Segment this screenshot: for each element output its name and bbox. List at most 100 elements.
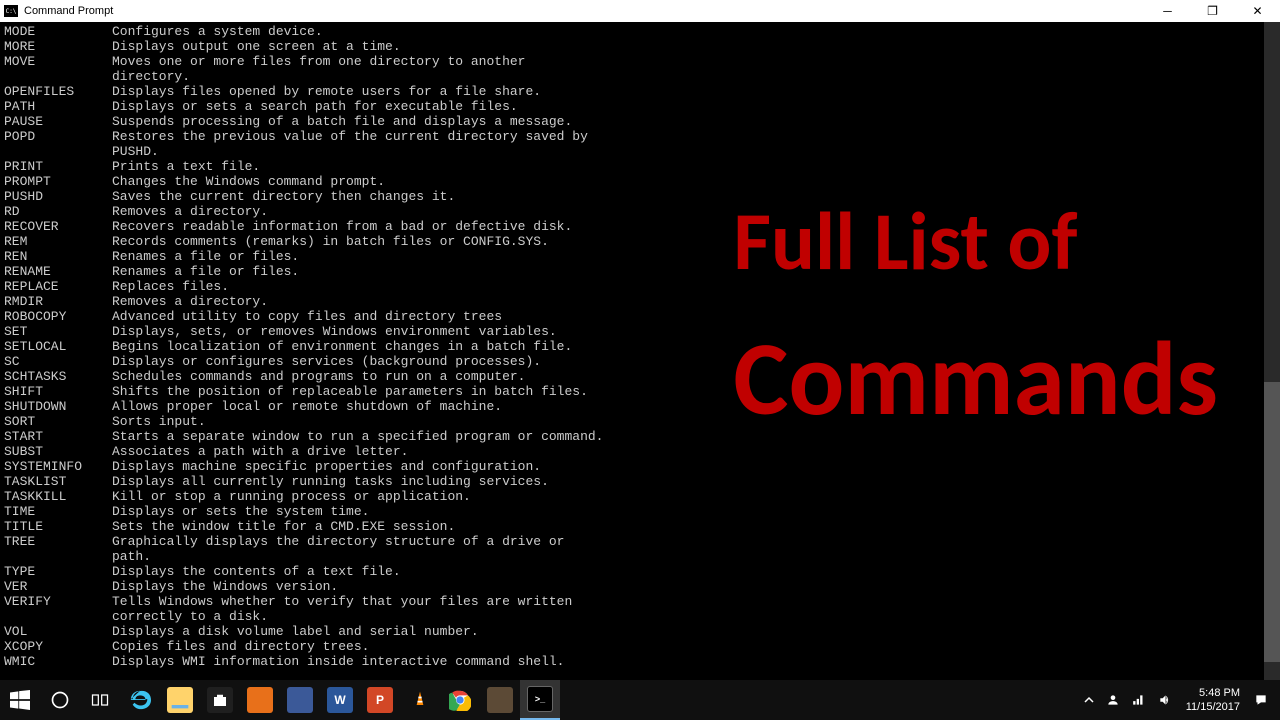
command-name: WMIC [4,654,112,669]
command-description: Saves the current directory then changes… [112,189,455,204]
command-description: Displays files opened by remote users fo… [112,84,541,99]
cortana-search-button[interactable] [40,680,80,720]
powerpoint-button[interactable]: P [360,680,400,720]
command-row: RMDIRRemoves a directory. [4,294,1276,309]
window-title: Command Prompt [24,5,113,17]
tray-network-icon[interactable] [1126,693,1152,707]
command-description: Sets the window title for a CMD.EXE sess… [112,519,455,534]
command-description: Begins localization of environment chang… [112,339,572,354]
command-row: SHUTDOWNAllows proper local or remote sh… [4,399,1276,414]
command-row: STARTStarts a separate window to run a s… [4,429,1276,444]
command-row: PAUSESuspends processing of a batch file… [4,114,1276,129]
app-editor-button[interactable] [280,680,320,720]
command-description: Schedules commands and programs to run o… [112,369,525,384]
vertical-scrollbar[interactable] [1264,22,1280,680]
store-icon [207,687,233,713]
command-name: TIME [4,504,112,519]
command-row: SUBSTAssociates a path with a drive lett… [4,444,1276,459]
taskbar: W P >_ 5:48 PM 11/15/2017 [0,680,1280,720]
command-description: Copies files and directory trees. [112,639,369,654]
command-row: VERIFYTells Windows whether to verify th… [4,594,1276,609]
start-button[interactable] [0,680,40,720]
command-description: Displays a disk volume label and serial … [112,624,479,639]
file-explorer-button[interactable] [160,680,200,720]
tray-clock[interactable]: 5:48 PM 11/15/2017 [1178,686,1248,714]
command-description: Changes the Windows command prompt. [112,174,385,189]
command-row: SCHTASKSSchedules commands and programs … [4,369,1276,384]
command-name: SORT [4,414,112,429]
command-name: XCOPY [4,639,112,654]
command-row: TASKLISTDisplays all currently running t… [4,474,1276,489]
edge-button[interactable] [120,680,160,720]
command-name: TREE [4,534,112,549]
command-name [4,69,112,84]
command-name: PATH [4,99,112,114]
command-name: SUBST [4,444,112,459]
command-name: RECOVER [4,219,112,234]
word-button[interactable]: W [320,680,360,720]
command-name: VERIFY [4,594,112,609]
tray-notifications-icon[interactable] [1248,693,1274,707]
task-view-icon [90,690,110,710]
command-row: XCOPYCopies files and directory trees. [4,639,1276,654]
gimp-button[interactable] [480,680,520,720]
command-row: RENAMERenames a file or files. [4,264,1276,279]
command-description: Associates a path with a drive letter. [112,444,408,459]
command-description: Shifts the position of replaceable param… [112,384,588,399]
command-name: SCHTASKS [4,369,112,384]
command-row: VERDisplays the Windows version. [4,579,1276,594]
command-name: PUSHD [4,189,112,204]
command-name: TASKKILL [4,489,112,504]
tray-chevron-icon[interactable] [1078,695,1100,705]
command-name: TITLE [4,519,112,534]
command-row: REMRecords comments (remarks) in batch f… [4,234,1276,249]
command-row: PATHDisplays or sets a search path for e… [4,99,1276,114]
app-orange-button[interactable] [240,680,280,720]
command-row: TYPEDisplays the contents of a text file… [4,564,1276,579]
minimize-button[interactable]: ─ [1145,0,1190,22]
command-name: PROMPT [4,174,112,189]
close-button[interactable]: ✕ [1235,0,1280,22]
command-description: Displays or configures services (backgro… [112,354,541,369]
command-name: SC [4,354,112,369]
command-row: SETDisplays, sets, or removes Windows en… [4,324,1276,339]
search-circle-icon [50,690,70,710]
command-name: POPD [4,129,112,144]
command-name [4,144,112,159]
vlc-icon [407,687,433,713]
cmd-taskbar-icon: >_ [527,686,553,712]
command-description: Tells Windows whether to verify that you… [112,594,572,609]
cmd-button[interactable]: >_ [520,680,560,720]
store-button[interactable] [200,680,240,720]
command-description: Displays, sets, or removes Windows envir… [112,324,557,339]
command-description: Graphically displays the directory struc… [112,534,564,549]
maximize-button[interactable]: ❐ [1190,0,1235,22]
windows-icon [10,690,30,710]
command-row: TREEGraphically displays the directory s… [4,534,1276,549]
command-name: PRINT [4,159,112,174]
command-row: SYSTEMINFODisplays machine specific prop… [4,459,1276,474]
chrome-button[interactable] [440,680,480,720]
command-row: RDRemoves a directory. [4,204,1276,219]
task-view-button[interactable] [80,680,120,720]
scrollbar-thumb[interactable] [1264,382,1280,662]
tray-people-icon[interactable] [1100,693,1126,707]
command-description: PUSHD. [112,144,159,159]
tray-volume-icon[interactable] [1152,693,1178,707]
word-icon: W [327,687,353,713]
command-description: Suspends processing of a batch file and … [112,114,572,129]
vlc-button[interactable] [400,680,440,720]
command-description: Displays WMI information inside interact… [112,654,564,669]
command-row: SHIFTShifts the position of replaceable … [4,384,1276,399]
command-name: REM [4,234,112,249]
command-row: TITLESets the window title for a CMD.EXE… [4,519,1276,534]
terminal-output[interactable]: MODEConfigures a system device.MOREDispl… [0,22,1280,680]
command-row: MOREDisplays output one screen at a time… [4,39,1276,54]
command-description: Records comments (remarks) in batch file… [112,234,549,249]
command-name: SHUTDOWN [4,399,112,414]
command-name: OPENFILES [4,84,112,99]
edge-icon [127,687,153,713]
command-row: MODEConfigures a system device. [4,24,1276,39]
command-description: Starts a separate window to run a specif… [112,429,603,444]
command-description: Displays machine specific properties and… [112,459,541,474]
